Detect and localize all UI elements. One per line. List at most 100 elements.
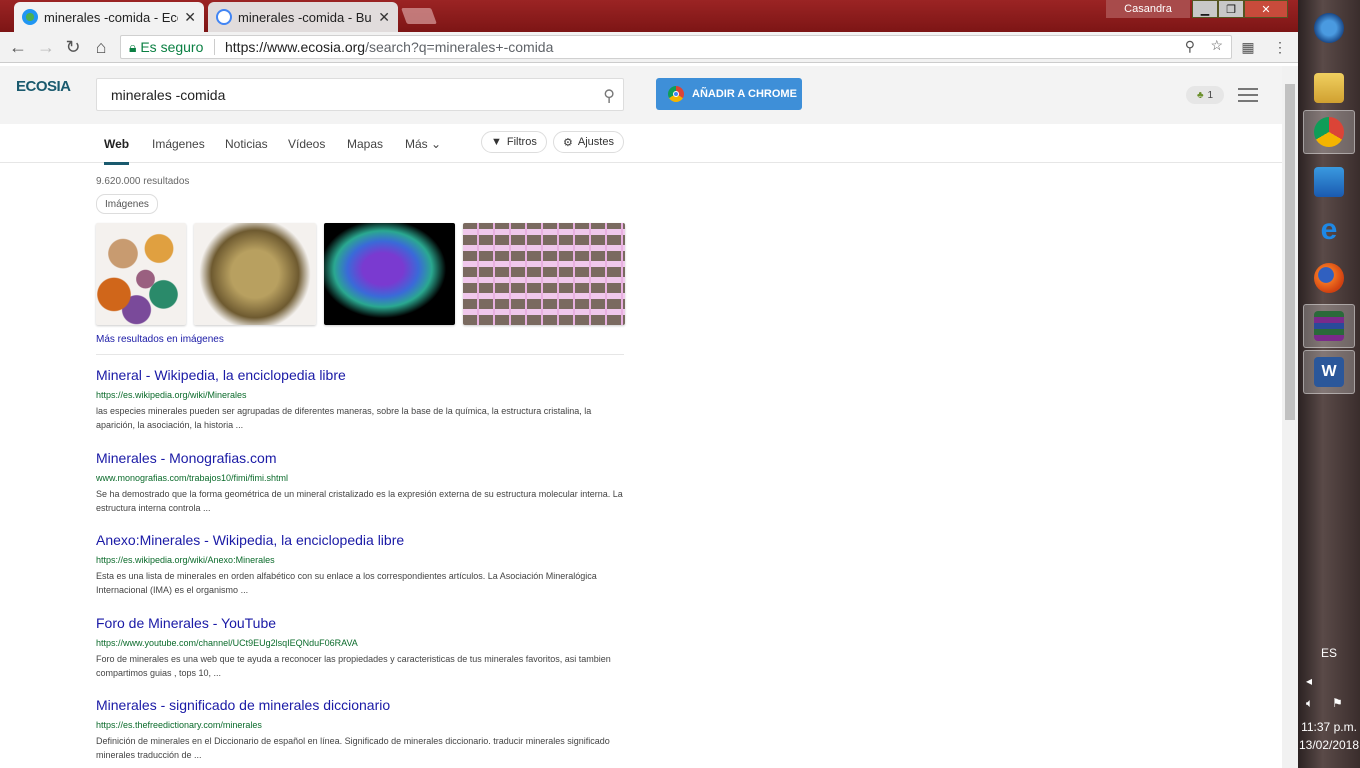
home-icon[interactable]: ⌂ [91,37,111,57]
divider [214,39,215,55]
browser-toolbar: ← → ↻ ⌂ 🔒︎ Es seguro https://www.ecosia.… [0,32,1298,63]
tab-maps[interactable]: Mapas [347,137,383,151]
taskbar-explorer[interactable] [1303,66,1355,110]
fluorite-image-thumbnail[interactable] [324,223,455,325]
result-title-link[interactable]: Minerales - significado de minerales dic… [96,697,626,713]
forward-arrow-icon[interactable]: → [36,37,56,57]
page-scrollbar[interactable] [1282,66,1298,768]
tab-more[interactable]: Más ⌄ [405,137,441,151]
result-title-link[interactable]: Foro de Minerales - YouTube [96,615,626,631]
search-result: Anexo:Minerales - Wikipedia, la enciclop… [96,532,626,597]
settings-button[interactable]: ⚙ Ajustes [553,131,624,153]
ecosia-logo[interactable]: ECOSIA [16,78,71,114]
close-window-button[interactable]: ✕ [1244,0,1288,18]
hamburger-menu-icon[interactable] [1238,88,1258,106]
images-tag[interactable]: Imágenes [96,194,158,214]
filters-button[interactable]: ▼ Filtros [481,131,547,153]
google-favicon-icon [216,9,232,25]
new-tab-button[interactable] [401,8,437,24]
taskbar-firefox[interactable] [1303,256,1355,300]
chrome-logo-icon [668,86,684,102]
firefox-icon [1314,263,1344,293]
taskbar-internet-explorer[interactable]: e [1303,208,1355,252]
result-snippet: Foro de minerales es una web que te ayud… [96,654,611,678]
divider [96,354,624,355]
result-title-link[interactable]: Mineral - Wikipedia, la enciclopedia lib… [96,367,626,383]
tab-google[interactable]: minerales -comida - Busc ✕ [208,2,398,32]
result-url[interactable]: https://www.youtube.com/channel/UCt9EUg2… [96,638,626,648]
minimize-button[interactable]: ▁ [1192,0,1218,18]
search-nav: Web Imágenes Noticias Vídeos Mapas Más ⌄… [0,124,1282,165]
tab-videos[interactable]: Vídeos [288,137,325,151]
ecosia-favicon-icon [22,9,38,25]
search-result: Foro de Minerales - YouTube https://www.… [96,615,626,680]
search-box[interactable]: ⚲ [96,78,624,111]
result-url[interactable]: www.monografias.com/trabajos10/fimi/fimi… [96,473,626,483]
file-explorer-icon [1314,73,1344,103]
result-count: 9.620.000 resultados [96,176,190,187]
zoom-icon[interactable]: ⚲ [1185,38,1195,55]
maximize-button[interactable]: ❐ [1218,0,1244,18]
internet-explorer-icon: e [1320,213,1338,246]
window-controls: ▁ ❐ ✕ [1192,0,1288,18]
mineral-chart-image-thumbnail[interactable] [463,223,625,325]
lock-icon: 🔒︎ [129,39,137,55]
result-title-link[interactable]: Anexo:Minerales - Wikipedia, la enciclop… [96,532,626,548]
mineral-image-thumbnail[interactable] [96,223,186,325]
search-result: Mineral - Wikipedia, la enciclopedia lib… [96,367,626,432]
result-title-link[interactable]: Minerales - Monografias.com [96,450,626,466]
system-clock[interactable]: 11:37 p.m. 13/02/2018 [1298,718,1360,754]
ecosia-header: ECOSIA ⚲ AÑADIR A CHROME ♣ 1 [0,66,1282,124]
scrollbar-thumb[interactable] [1285,84,1295,420]
search-result: Minerales - Monografias.com www.monograf… [96,450,626,515]
media-player-icon [1314,167,1344,197]
tab-images[interactable]: Imágenes [152,137,205,151]
close-tab-icon[interactable]: ✕ [378,9,390,26]
tab-title: minerales -comida - Ecos [44,9,179,25]
result-snippet: Esta es una lista de minerales en orden … [96,571,597,595]
address-bar[interactable]: 🔒︎ Es seguro https://www.ecosia.org/sear… [120,35,1232,59]
chevron-down-icon: ⌄ [431,137,442,151]
taskbar-word[interactable]: W [1303,350,1355,394]
winrar-icon [1314,311,1344,341]
result-snippet: las especies minerales pueden ser agrupa… [96,406,592,430]
url-text: https://www.ecosia.org/search?q=minerale… [225,39,554,55]
back-arrow-icon[interactable]: ← [8,37,28,57]
action-center-flag-icon[interactable]: ⚑ [1332,696,1343,710]
bookmark-star-icon[interactable]: ☆ [1210,37,1223,54]
add-to-chrome-button[interactable]: AÑADIR A CHROME [656,78,802,110]
chrome-menu-icon[interactable]: ⋮ [1270,37,1290,57]
tab-ecosia[interactable]: minerales -comida - Ecos ✕ [14,2,204,32]
search-icon[interactable]: ⚲ [603,86,615,106]
pdf-extension-icon[interactable]: ▦ [1238,37,1258,57]
tree-counter[interactable]: ♣ 1 [1186,86,1224,104]
search-result: Minerales - significado de minerales dic… [96,697,626,762]
taskbar-chrome[interactable] [1303,110,1355,154]
tree-icon: ♣ [1196,89,1204,101]
profile-button[interactable]: Casandra [1106,0,1190,18]
close-tab-icon[interactable]: ✕ [184,9,196,26]
language-indicator[interactable]: ES [1298,646,1360,660]
search-input[interactable] [109,86,583,104]
result-url[interactable]: https://es.wikipedia.org/wiki/Minerales [96,390,626,400]
reload-icon[interactable]: ↻ [63,37,83,57]
result-snippet: Se ha demostrado que la forma geométrica… [96,489,623,513]
more-images-link[interactable]: Más resultados en imágenes [96,334,224,345]
tab-news[interactable]: Noticias [225,137,268,151]
secure-label[interactable]: 🔒︎ Es seguro [129,39,203,56]
result-snippet: Definición de minerales en el Diccionari… [96,736,610,760]
result-url[interactable]: https://es.wikipedia.org/wiki/Anexo:Mine… [96,555,626,565]
windows-start-icon [1314,13,1344,43]
windows-taskbar: e W ES ◂ 🔈︎ ⚑ 11:37 p.m. 13/02/2018 [1298,0,1360,768]
taskbar-winrar[interactable] [1303,304,1355,348]
pyrite-image-thumbnail[interactable] [194,223,316,325]
show-hidden-icons-icon[interactable]: ◂ [1306,674,1312,688]
tab-web[interactable]: Web [104,137,130,165]
result-url[interactable]: https://es.thefreedictionary.com/mineral… [96,720,626,730]
tab-title: minerales -comida - Busc [238,9,373,25]
start-button[interactable] [1303,6,1355,50]
taskbar-media-player[interactable] [1303,160,1355,204]
chrome-icon [1314,117,1344,147]
browser-titlebar: minerales -comida - Ecos ✕ minerales -co… [0,0,1298,32]
volume-icon[interactable]: 🔈︎ [1306,696,1313,711]
